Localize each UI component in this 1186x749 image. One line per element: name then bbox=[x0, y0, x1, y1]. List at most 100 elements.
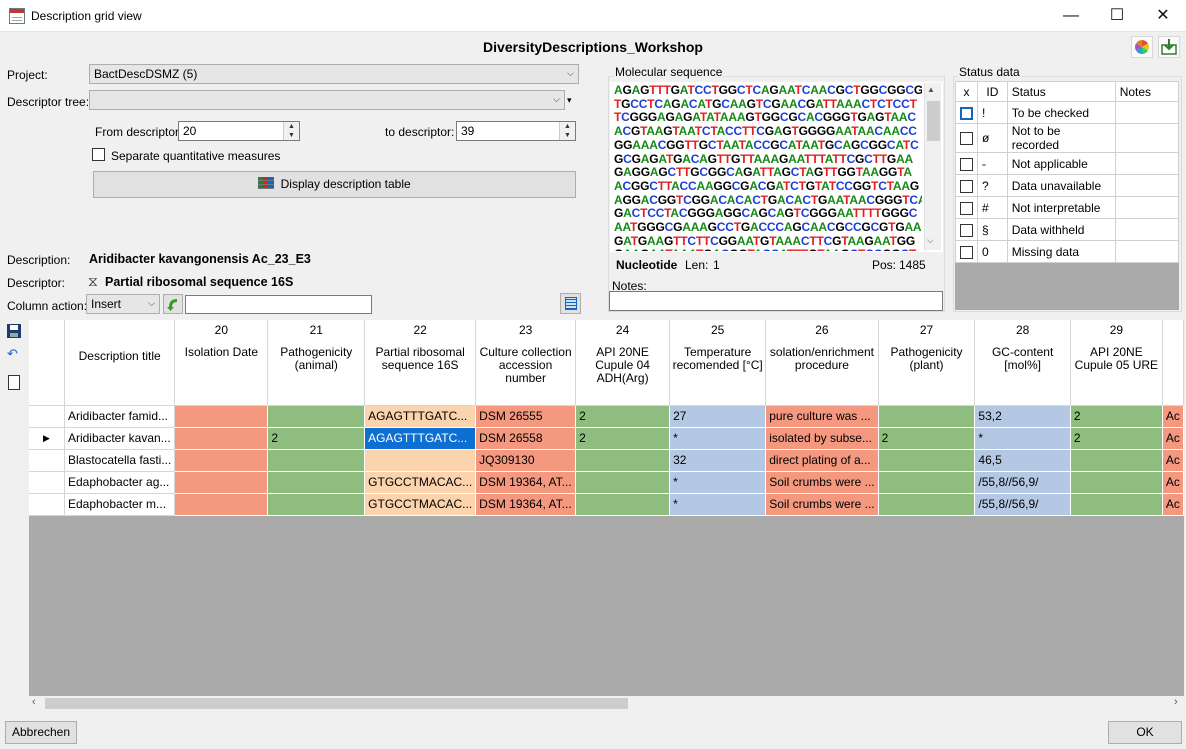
description-title-cell[interactable]: Edaphobacter ag... bbox=[64, 471, 176, 494]
cancel-button[interactable]: Abbrechen bbox=[5, 721, 77, 744]
table-row[interactable]: ▶ Aridibacter kavan... 2 AGAGTTTGATC... DSM … bbox=[29, 427, 1184, 450]
grid-cell[interactable] bbox=[878, 449, 976, 472]
row-header[interactable] bbox=[29, 493, 65, 516]
close-button[interactable]: ✕ bbox=[1140, 0, 1186, 32]
grid-cell[interactable] bbox=[1070, 493, 1163, 516]
save-icon[interactable] bbox=[6, 323, 22, 339]
grid-col-header[interactable]: 22 Partial ribosomal sequence 16S bbox=[364, 320, 477, 406]
status-notes[interactable] bbox=[1114, 101, 1180, 124]
status-row[interactable]: # Not interpretable bbox=[955, 196, 1180, 219]
status-row[interactable]: ! To be checked bbox=[955, 101, 1180, 124]
status-checkbox[interactable] bbox=[960, 245, 973, 259]
status-col-notes[interactable]: Notes bbox=[1114, 81, 1180, 102]
grid-cell[interactable]: DSM 19364, AT... bbox=[475, 471, 577, 494]
grid-cell[interactable]: * bbox=[974, 427, 1071, 450]
grid-cell[interactable] bbox=[174, 493, 269, 516]
grid-cell[interactable] bbox=[878, 405, 976, 428]
status-col-status[interactable]: Status bbox=[1006, 81, 1116, 102]
description-title-cell[interactable]: Blastocatella fasti... bbox=[64, 449, 176, 472]
export-icon[interactable] bbox=[1158, 36, 1180, 58]
tree-menu-icon[interactable]: ▾ bbox=[567, 95, 572, 106]
column-layout-button[interactable] bbox=[560, 293, 581, 314]
descriptor-tree-combobox[interactable]: ⌵ bbox=[89, 90, 565, 110]
status-col-x[interactable]: x bbox=[955, 81, 978, 102]
grid-cell[interactable]: Ac bbox=[1162, 449, 1184, 472]
grid-cell[interactable]: Soil crumbs were ... bbox=[765, 493, 879, 516]
sequence-scrollbar[interactable]: ▲ ⌵ bbox=[924, 83, 941, 250]
grid-cell[interactable]: * bbox=[669, 493, 767, 516]
grid-cell[interactable]: * bbox=[669, 471, 767, 494]
grid-col-header[interactable]: 20 Isolation Date bbox=[174, 320, 269, 406]
grid-cell[interactable] bbox=[364, 449, 477, 472]
color-wheel-icon[interactable] bbox=[1131, 36, 1153, 58]
grid-cell[interactable]: isolated by subse... bbox=[765, 427, 879, 450]
sequence-text[interactable]: AGAGTTTGATCCTGGCTCAGAATCAACGCTGGCGGCG TGC… bbox=[614, 84, 922, 251]
grid-cell[interactable] bbox=[267, 471, 366, 494]
grid-col-header[interactable]: 21 Pathogenicity (animal) bbox=[267, 320, 366, 406]
grid-cell[interactable] bbox=[575, 471, 671, 494]
grid-cell[interactable]: /55,8//56,9/ bbox=[974, 471, 1071, 494]
grid-cell[interactable]: 27 bbox=[669, 405, 767, 428]
grid-cell[interactable] bbox=[575, 493, 671, 516]
grid-cell[interactable]: AGAGTTTGATC... bbox=[364, 405, 477, 428]
to-descriptor-input[interactable]: 39 ▲ ▼ bbox=[456, 121, 576, 141]
minimize-button[interactable]: — bbox=[1048, 0, 1094, 32]
scrollbar-thumb[interactable] bbox=[927, 101, 940, 141]
grid-cell[interactable] bbox=[174, 449, 269, 472]
grid-cell[interactable]: 32 bbox=[669, 449, 767, 472]
grid-cell[interactable] bbox=[575, 449, 671, 472]
scroll-down-icon[interactable]: ⌵ bbox=[927, 235, 934, 246]
grid-cell[interactable]: JQ309130 bbox=[475, 449, 577, 472]
apply-column-action-button[interactable] bbox=[163, 294, 183, 314]
grid-cell[interactable] bbox=[174, 471, 269, 494]
grid-cell[interactable]: 2 bbox=[575, 427, 671, 450]
grid-col-header[interactable]: 26 solation/enrichment procedure bbox=[765, 320, 879, 406]
description-title-cell[interactable]: Edaphobacter m... bbox=[64, 493, 176, 516]
grid-cell[interactable]: AGAGTTTGATC... bbox=[364, 427, 477, 450]
row-header[interactable] bbox=[29, 449, 65, 472]
status-row[interactable]: ø Not to be recorded bbox=[955, 123, 1180, 153]
status-notes[interactable] bbox=[1114, 152, 1180, 175]
grid-cell[interactable]: DSM 19364, AT... bbox=[475, 493, 577, 516]
row-header[interactable] bbox=[29, 405, 65, 428]
grid-cell[interactable] bbox=[1070, 449, 1163, 472]
grid-col-header[interactable]: 27 Pathogenicity (plant) bbox=[878, 320, 976, 406]
row-header[interactable] bbox=[29, 471, 65, 494]
grid-cell[interactable]: DSM 26555 bbox=[475, 405, 577, 428]
grid-col-title[interactable]: Description title bbox=[64, 320, 176, 406]
grid-cell[interactable] bbox=[878, 471, 976, 494]
grid-cell[interactable]: 2 bbox=[1070, 405, 1163, 428]
grid-cell[interactable]: direct plating of a... bbox=[765, 449, 879, 472]
grid-cell[interactable]: Ac bbox=[1162, 405, 1184, 428]
status-checkbox[interactable] bbox=[960, 201, 973, 215]
status-checkbox[interactable] bbox=[960, 223, 973, 237]
grid-cell[interactable]: * bbox=[669, 427, 767, 450]
project-combobox[interactable]: BactDescDSMZ (5) ⌵ bbox=[89, 64, 579, 84]
grid-cell[interactable]: DSM 26558 bbox=[475, 427, 577, 450]
status-row[interactable]: - Not applicable bbox=[955, 152, 1180, 175]
grid-cell[interactable] bbox=[174, 427, 269, 450]
status-notes[interactable] bbox=[1114, 123, 1180, 153]
grid-cell[interactable]: 2 bbox=[1070, 427, 1163, 450]
separate-quantitative-checkbox[interactable] bbox=[92, 148, 105, 161]
from-descriptor-spinner-icon[interactable]: ▲ ▼ bbox=[283, 122, 299, 140]
grid-cell[interactable]: 46,5 bbox=[974, 449, 1071, 472]
grid-cell[interactable] bbox=[267, 449, 366, 472]
table-row[interactable]: Edaphobacter ag... GTGCCTMACAC... DSM 1936… bbox=[29, 471, 1184, 494]
grid-cell[interactable]: Ac bbox=[1162, 471, 1184, 494]
grid-col-header[interactable]: 24 API 20NE Cupule 04 ADH(Arg) bbox=[575, 320, 671, 406]
table-row[interactable]: Edaphobacter m... GTGCCTMACAC... DSM 1936… bbox=[29, 493, 1184, 516]
description-title-cell[interactable]: Aridibacter famid... bbox=[64, 405, 176, 428]
grid-col-header[interactable] bbox=[1162, 320, 1184, 406]
grid-horizontal-scrollbar[interactable]: ‹ › bbox=[29, 696, 1184, 711]
scroll-left-icon[interactable]: ‹ bbox=[32, 696, 36, 708]
undo-icon[interactable]: ↶ bbox=[7, 346, 18, 362]
grid-cell[interactable] bbox=[174, 405, 269, 428]
grid-cell[interactable]: GTGCCTMACAC... bbox=[364, 471, 477, 494]
status-row[interactable]: ? Data unavailable bbox=[955, 174, 1180, 197]
status-checkbox[interactable] bbox=[960, 132, 973, 146]
grid-cell[interactable]: pure culture was ... bbox=[765, 405, 879, 428]
grid-cell[interactable]: 2 bbox=[575, 405, 671, 428]
status-notes[interactable] bbox=[1114, 196, 1180, 219]
from-descriptor-input[interactable]: 20 ▲ ▼ bbox=[178, 121, 300, 141]
